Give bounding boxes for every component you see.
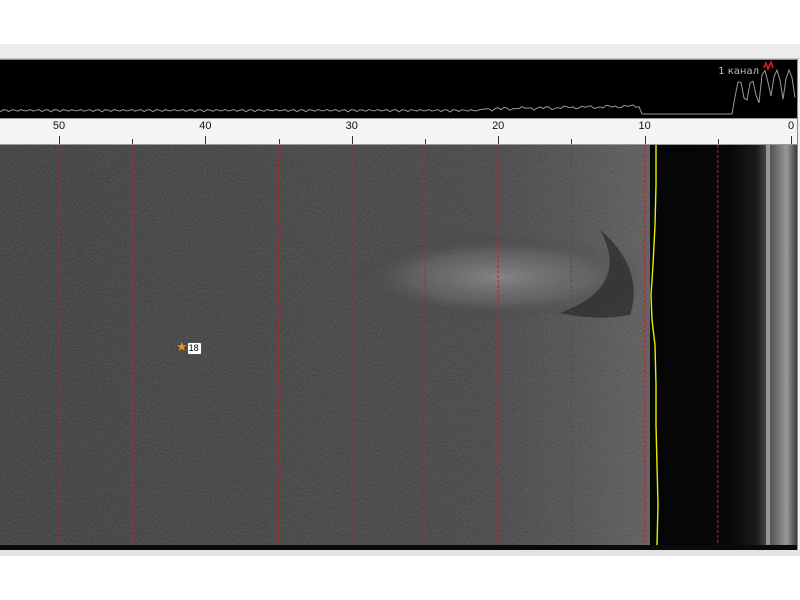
amplitude-trace-svg xyxy=(0,60,796,115)
range-tick-label: 40 xyxy=(199,120,212,132)
range-minor-tick xyxy=(425,139,426,144)
range-major-tick xyxy=(351,136,353,144)
range-tick-label: 0 xyxy=(787,120,795,132)
sonar-window: 1 канал 50 40 30 20 10 0 ★ 18 xyxy=(0,44,800,556)
range-tick-label: 30 xyxy=(345,120,358,132)
target-marker-label: 18 xyxy=(186,341,202,355)
channel-label: 1 канал xyxy=(718,66,759,77)
range-ruler[interactable]: 50 40 30 20 10 0 xyxy=(0,118,797,145)
range-major-tick xyxy=(205,136,207,144)
sidescan-svg xyxy=(0,145,797,545)
window-top-bar xyxy=(0,44,800,59)
range-minor-tick xyxy=(717,139,719,144)
range-minor-tick xyxy=(571,139,573,144)
amplitude-peak-marker xyxy=(763,60,774,72)
amplitude-trace xyxy=(0,68,796,115)
water-column xyxy=(650,145,797,545)
range-tick-label: 10 xyxy=(638,120,651,132)
range-major-tick xyxy=(59,136,60,144)
amplitude-plot: 1 канал xyxy=(0,60,797,118)
range-minor-tick xyxy=(278,139,280,144)
target-marker[interactable]: ★ 18 xyxy=(176,341,202,355)
sonar-panel: 1 канал 50 40 30 20 10 0 ★ 18 xyxy=(0,59,798,551)
range-tick-label: 50 xyxy=(52,120,66,132)
range-tick-label: 20 xyxy=(492,120,505,132)
window-bottom-bar xyxy=(0,550,800,556)
seabed-texture xyxy=(0,145,650,545)
range-minor-tick xyxy=(132,139,134,144)
nadir-line xyxy=(766,145,770,545)
range-major-tick xyxy=(498,136,500,144)
range-major-tick xyxy=(644,136,646,144)
sidescan-image[interactable]: ★ 18 xyxy=(0,145,797,545)
star-icon: ★ xyxy=(176,340,188,355)
range-major-tick xyxy=(791,136,792,144)
